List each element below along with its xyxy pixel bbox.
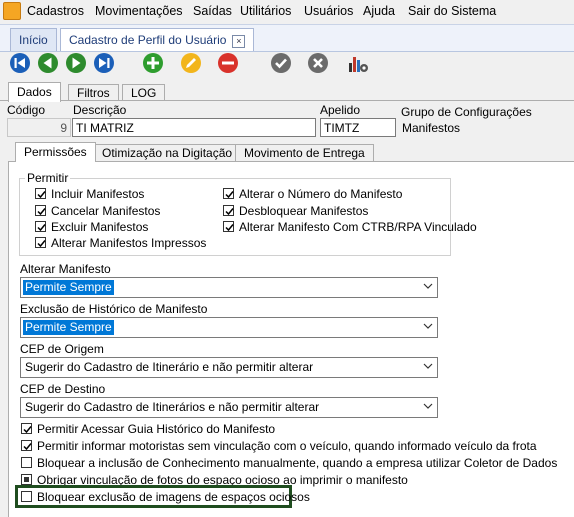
alterar-manifestos-impressos-checkbox[interactable] (35, 237, 46, 248)
edit-icon[interactable] (180, 52, 202, 74)
alterar-manifesto-select[interactable]: Permite Sempre (20, 277, 438, 298)
first-record-icon[interactable] (9, 52, 31, 74)
bloquear-exclusao-imagens-label: Bloquear exclusão de imagens de espaços … (37, 490, 310, 504)
report-settings-icon[interactable] (347, 52, 369, 74)
document-tab-bar: Início Cadastro de Perfil do Usuário × (0, 24, 574, 52)
alterar-numero-manifesto-label: Alterar o Número do Manifesto (239, 187, 403, 201)
cancel-icon[interactable] (307, 52, 329, 74)
cep-destino-label: CEP de Destino (20, 382, 106, 396)
tab-inicio[interactable]: Início (10, 28, 57, 51)
menu-saidas[interactable]: Saídas (193, 4, 232, 18)
tab-otimizacao-label: Otimização na Digitação (102, 146, 233, 160)
confirm-icon[interactable] (270, 52, 292, 74)
next-record-icon[interactable] (65, 52, 87, 74)
close-icon[interactable]: × (232, 35, 246, 48)
alterar-manifesto-value: Permite Sempre (23, 280, 114, 295)
codigo-field: 9 (7, 118, 71, 137)
menu-usuarios[interactable]: Usuários (304, 4, 353, 18)
apelido-field[interactable]: TIMTZ (320, 118, 396, 137)
bloquear-conhecimento-checkbox[interactable] (21, 457, 32, 468)
permitir-title: Permitir (25, 171, 71, 185)
cancelar-manifestos-checkbox[interactable] (35, 205, 46, 216)
desbloquear-manifestos-checkbox[interactable] (223, 205, 234, 216)
alterar-manifestos-impressos-label: Alterar Manifestos Impressos (51, 236, 207, 250)
tab-log[interactable]: LOG (122, 84, 166, 101)
codigo-label: Código (7, 103, 46, 117)
tab-dados[interactable]: Dados (8, 82, 61, 102)
tab-permissoes[interactable]: Permissões (15, 142, 96, 162)
incluir-manifestos-label: Incluir Manifestos (51, 187, 145, 201)
alterar-manifesto-ctrb-label: Alterar Manifesto Com CTRB/RPA Vinculado (239, 220, 477, 234)
grupo-label: Grupo de Configurações (401, 105, 532, 119)
bloquear-exclusao-imagens-checkbox[interactable] (21, 491, 32, 502)
cep-origem-label: CEP de Origem (20, 342, 104, 356)
cep-origem-select[interactable]: Sugerir do Cadastro de Itinerário e não … (20, 357, 438, 378)
chevron-down-icon (423, 323, 433, 329)
cep-destino-value: Sugerir do Cadastro de Itinerários e não… (25, 400, 320, 414)
tab-inicio-label: Início (19, 33, 48, 47)
exclusao-historico-select[interactable]: Permite Sempre (20, 317, 438, 338)
chevron-down-icon (423, 283, 433, 289)
delete-icon[interactable] (217, 52, 239, 74)
incluir-manifestos-checkbox[interactable] (35, 188, 46, 199)
menu-movimentacoes[interactable]: Movimentações (95, 4, 183, 18)
excluir-manifestos-checkbox[interactable] (35, 221, 46, 232)
tab-cadastro-perfil[interactable]: Cadastro de Perfil do Usuário × (60, 28, 255, 51)
toolbar (0, 51, 574, 79)
cep-destino-select[interactable]: Sugerir do Cadastro de Itinerários e não… (20, 397, 438, 418)
tab-dados-label: Dados (17, 85, 52, 99)
cep-origem-value: Sugerir do Cadastro de Itinerário e não … (25, 360, 314, 374)
tab-cadastro-perfil-label: Cadastro de Perfil do Usuário (69, 33, 227, 47)
cancelar-manifestos-label: Cancelar Manifestos (51, 204, 161, 218)
acessar-guia-historico-checkbox[interactable] (21, 423, 32, 434)
grupo-value: Manifestos (402, 121, 461, 135)
descricao-label: Descrição (73, 103, 127, 117)
chevron-down-icon (423, 403, 433, 409)
exclusao-historico-value: Permite Sempre (23, 320, 114, 335)
previous-record-icon[interactable] (37, 52, 59, 74)
alterar-manifesto-label: Alterar Manifesto (20, 262, 111, 276)
motoristas-sem-vinculacao-checkbox[interactable] (21, 440, 32, 451)
menu-sair[interactable]: Sair do Sistema (408, 4, 496, 18)
tab-permissoes-label: Permissões (24, 145, 87, 159)
bloquear-conhecimento-label: Bloquear a inclusão de Conhecimento manu… (37, 456, 558, 470)
desbloquear-manifestos-label: Desbloquear Manifestos (239, 204, 369, 218)
tab-filtros[interactable]: Filtros (68, 84, 119, 101)
tab-movimento-entrega-label: Movimento de Entrega (244, 146, 365, 160)
descricao-field[interactable]: TI MATRIZ (72, 118, 316, 137)
alterar-manifesto-ctrb-checkbox[interactable] (223, 221, 234, 232)
apelido-label: Apelido (320, 103, 361, 117)
app-icon[interactable] (3, 2, 21, 20)
alterar-numero-manifesto-checkbox[interactable] (223, 188, 234, 199)
menu-bar: Cadastros Movimentações Saídas Utilitári… (0, 0, 574, 22)
obrigar-fotos-checkbox[interactable] (21, 474, 32, 485)
last-record-icon[interactable] (93, 52, 115, 74)
excluir-manifestos-label: Excluir Manifestos (51, 220, 149, 234)
motoristas-sem-vinculacao-label: Permitir informar motoristas sem vincula… (37, 439, 537, 453)
tab-filtros-label: Filtros (77, 86, 110, 100)
menu-ajuda[interactable]: Ajuda (363, 4, 395, 18)
acessar-guia-historico-label: Permitir Acessar Guia Histórico do Manif… (37, 422, 276, 436)
tab-movimento-entrega[interactable]: Movimento de Entrega (235, 144, 374, 161)
menu-cadastros[interactable]: Cadastros (27, 4, 84, 18)
exclusao-historico-label: Exclusão de Histórico de Manifesto (20, 302, 208, 316)
tab-otimizacao[interactable]: Otimização na Digitação (93, 144, 242, 161)
tab-log-label: LOG (131, 86, 157, 100)
add-icon[interactable] (142, 52, 164, 74)
menu-utilitarios[interactable]: Utilitários (240, 4, 291, 18)
chevron-down-icon (423, 363, 433, 369)
